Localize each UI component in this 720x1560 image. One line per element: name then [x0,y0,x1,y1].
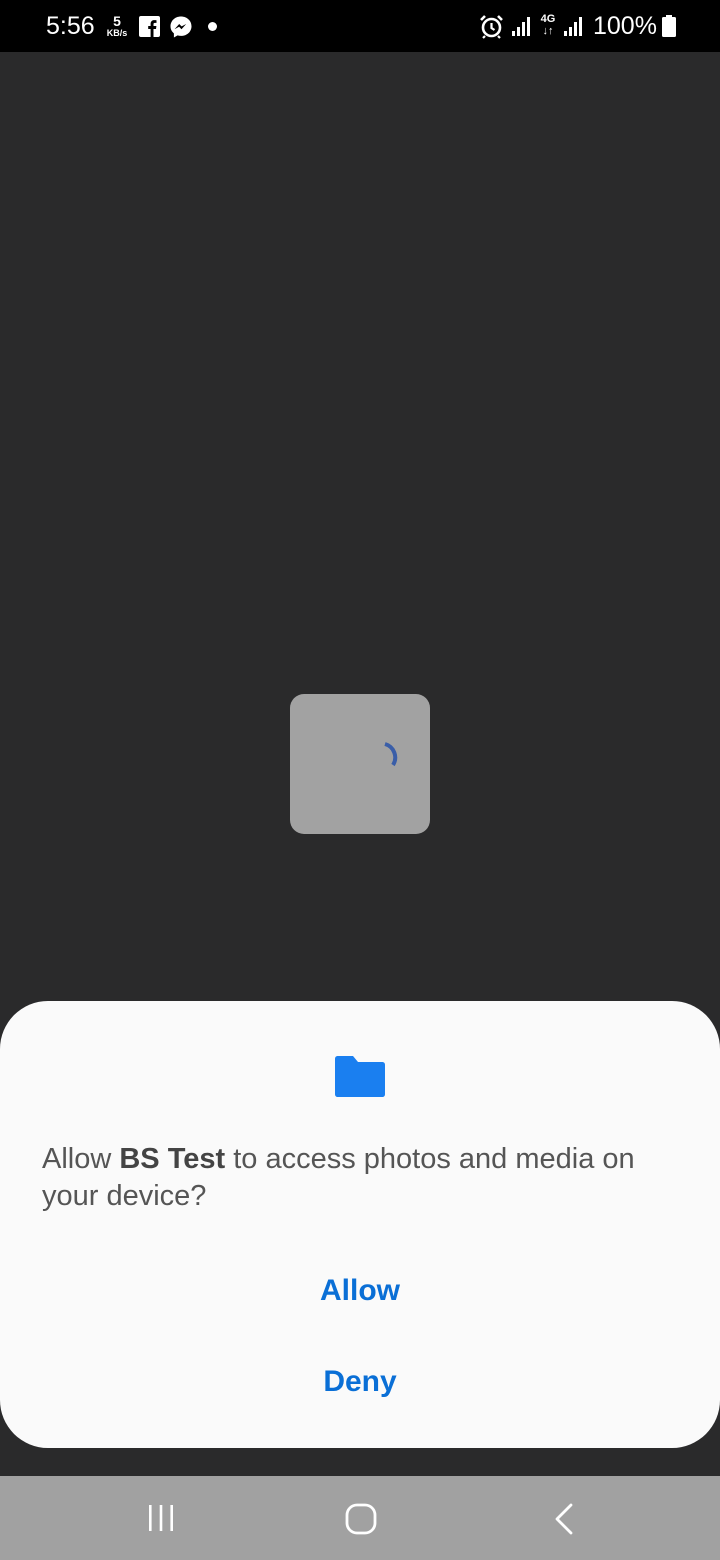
home-icon[interactable] [345,1503,377,1535]
signal-icon [512,17,530,36]
status-bar: 5:56 5 KB/s 4G ↓↑ 100% [0,0,720,52]
alarm-icon [480,15,503,39]
navigation-bar [0,1476,720,1560]
network-speed-unit: KB/s [106,28,128,38]
message-prefix: Allow [42,1143,120,1175]
deny-button[interactable]: Deny [0,1352,720,1412]
allow-button[interactable]: Allow [0,1261,720,1321]
back-icon[interactable] [553,1503,575,1535]
folder-icon [335,1056,385,1097]
network-speed-value: 5 [113,13,121,29]
signal-icon [564,17,582,36]
network-type: 4G ↓↑ [539,13,557,37]
battery-percent: 100% [593,12,657,40]
notification-dot [208,22,217,31]
network-type-label: 4G [540,13,556,25]
app-name: BS Test [119,1143,226,1175]
permission-message: Allow BS Test to access photos and media… [42,1141,692,1215]
data-arrows-icon: ↓↑ [542,25,554,37]
status-time: 5:56 [46,12,95,40]
loading-spinner-icon [384,742,398,767]
recents-icon[interactable] [146,1504,176,1532]
permission-dialog: Allow BS Test to access photos and media… [0,1001,720,1448]
facebook-icon [139,16,160,37]
battery-icon [662,15,676,37]
network-speed: 5 KB/s [102,14,132,38]
messenger-icon [170,16,192,38]
